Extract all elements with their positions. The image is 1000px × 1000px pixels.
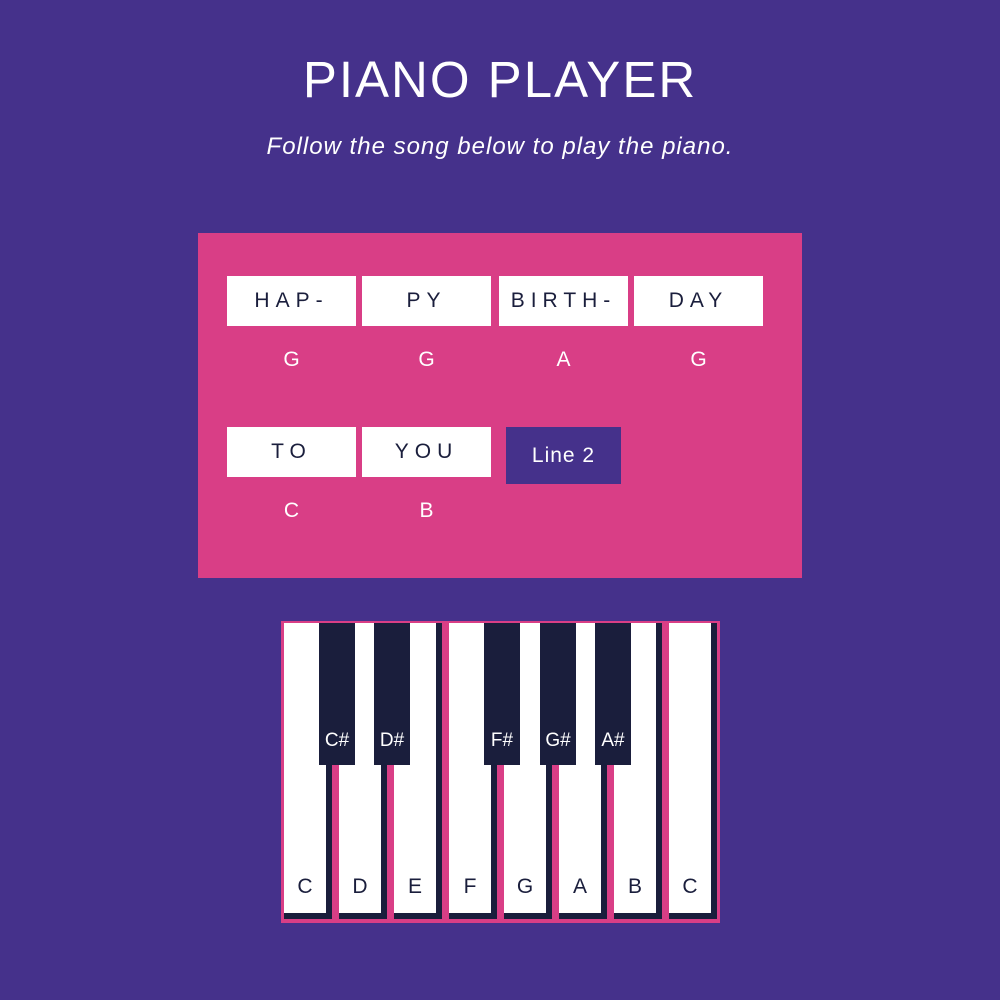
key-label: F# [490,730,514,751]
key-label: E [407,875,422,898]
lyric-birth[interactable]: BIRTH- [499,276,628,326]
lyric-hap[interactable]: HAP- [227,276,356,326]
key-label: F [463,875,477,898]
key-label: D# [379,730,405,751]
black-key-a-sharp[interactable]: A# [595,623,631,765]
piano-keyboard: C D E F G A B C C# D# F# G# A# [281,621,720,923]
note-label: G [690,348,707,371]
key-label: C [682,875,698,898]
black-key-f-sharp[interactable]: F# [484,623,520,765]
note-label: G [283,348,300,371]
black-key-c-sharp[interactable]: C# [319,623,355,765]
lyric-day[interactable]: DAY [634,276,763,326]
note-label: B [419,499,434,522]
lyric-to[interactable]: TO [227,427,356,477]
page-subtitle: Follow the song below to play the piano. [266,133,734,160]
black-key-d-sharp[interactable]: D# [374,623,410,765]
lyric-you[interactable]: YOU [362,427,491,477]
key-label: B [627,875,642,898]
key-label: A [572,875,587,898]
note-label: A [556,348,571,371]
page-title: PIANO PLAYER [302,51,698,108]
note-label: C [283,499,300,522]
lyric-py[interactable]: PY [362,276,491,326]
key-label: A# [601,730,625,751]
piano-player-page: PIANO PLAYER Follow the song below to pl… [0,0,1000,1000]
key-label: G# [545,730,571,751]
key-label: C [297,875,313,898]
note-label: G [418,348,435,371]
line-2-button[interactable]: Line 2 [506,427,621,484]
black-key-g-sharp[interactable]: G# [540,623,576,765]
key-label: C# [324,730,350,751]
white-key-c-high[interactable]: C [669,623,717,919]
song-panel: HAP- G PY G BIRTH- A DAY G TO C YOU B Li… [198,233,802,578]
key-label: D [352,875,368,898]
key-label: G [516,875,534,898]
